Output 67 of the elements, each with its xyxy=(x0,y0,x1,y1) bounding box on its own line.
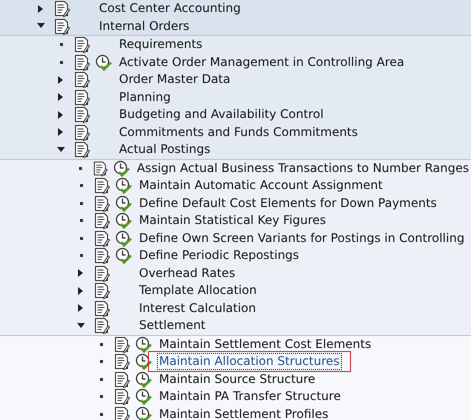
tree-item[interactable]: Activate Order Management in Controlling Area xyxy=(117,54,406,71)
document-icon xyxy=(74,88,90,106)
expand-arrow-icon[interactable] xyxy=(78,269,84,278)
tree-item[interactable]: Maintain Settlement Profiles xyxy=(157,406,330,420)
document-icon xyxy=(54,0,70,18)
document-icon xyxy=(94,177,110,194)
bullet-icon xyxy=(100,342,102,346)
tree-item[interactable]: Interest Calculation xyxy=(137,300,258,317)
bullet-icon xyxy=(100,412,102,416)
document-icon xyxy=(94,194,110,212)
bullet-icon xyxy=(80,184,82,188)
bullet-icon xyxy=(80,236,82,240)
expand-arrow-icon[interactable] xyxy=(58,93,64,102)
expand-arrow-icon[interactable] xyxy=(78,304,84,312)
tree-item[interactable]: Requirements xyxy=(117,36,204,54)
tree-item[interactable]: Define Own Screen Variants for Postings in Controlling xyxy=(137,230,466,247)
bullet-icon xyxy=(79,166,82,170)
collapse-arrow-icon[interactable] xyxy=(57,146,65,153)
document-icon xyxy=(94,264,110,282)
tree-item[interactable]: Maintain Source Structure xyxy=(157,370,318,388)
bullet-icon xyxy=(80,202,82,205)
bullet-icon xyxy=(100,395,102,398)
tree-item[interactable]: Order Master Data xyxy=(117,71,232,88)
expand-arrow-icon[interactable] xyxy=(58,76,64,84)
expand-arrow-icon[interactable] xyxy=(38,4,44,13)
tree-item[interactable]: Maintain PA Transfer Structure xyxy=(157,388,343,406)
document-icon xyxy=(114,370,130,388)
document-icon xyxy=(74,54,90,71)
document-icon xyxy=(74,124,90,141)
expand-arrow-icon[interactable] xyxy=(58,128,64,136)
tree-item[interactable]: Maintain Statistical Key Figures xyxy=(137,212,328,230)
document-icon xyxy=(94,282,110,300)
document-icon xyxy=(114,353,130,370)
tree-item[interactable]: Assign Actual Business Transactions to Number Ranges xyxy=(134,160,471,177)
tree-item[interactable]: Budgeting and Availability Control xyxy=(117,106,326,124)
collapse-arrow-icon[interactable] xyxy=(37,23,45,30)
expand-arrow-icon[interactable] xyxy=(78,286,84,295)
document-icon xyxy=(114,388,130,406)
bullet-icon xyxy=(100,378,102,381)
document-icon xyxy=(54,18,70,35)
bullet-icon xyxy=(60,60,62,64)
bullet-icon xyxy=(80,254,82,258)
tree-item[interactable]: Actual Postings xyxy=(117,141,212,158)
document-icon xyxy=(94,300,110,317)
document-icon xyxy=(74,71,90,88)
tree-item[interactable]: Settlement xyxy=(137,317,208,334)
document-icon xyxy=(74,36,90,54)
tree-item[interactable]: Define Periodic Repostings xyxy=(137,247,302,264)
bullet-icon xyxy=(80,219,82,222)
tree-item[interactable]: Maintain Settlement Cost Elements xyxy=(157,336,374,353)
document-icon xyxy=(94,247,110,264)
tree-item[interactable]: Template Allocation xyxy=(137,282,259,300)
collapse-arrow-icon[interactable] xyxy=(77,322,85,329)
tree-item[interactable]: Commitments and Funds Commitments xyxy=(117,124,360,141)
document-icon xyxy=(94,230,110,247)
bullet-icon xyxy=(100,360,102,364)
tree-item[interactable]: Planning xyxy=(117,88,173,106)
expand-arrow-icon[interactable] xyxy=(58,110,64,119)
tree-item[interactable]: Define Default Cost Elements for Down Payments xyxy=(137,194,439,212)
tree-item[interactable]: Maintain Automatic Account Assignment xyxy=(137,177,385,194)
bullet-icon xyxy=(60,43,62,46)
tree-item[interactable]: Maintain Allocation Structures xyxy=(157,353,342,370)
document-icon xyxy=(94,212,110,230)
tree-item[interactable]: Cost Center Accounting xyxy=(97,0,243,18)
tree-item[interactable]: Overhead Rates xyxy=(137,264,238,282)
tree-item[interactable]: Internal Orders xyxy=(97,18,192,35)
document-icon xyxy=(74,106,90,124)
